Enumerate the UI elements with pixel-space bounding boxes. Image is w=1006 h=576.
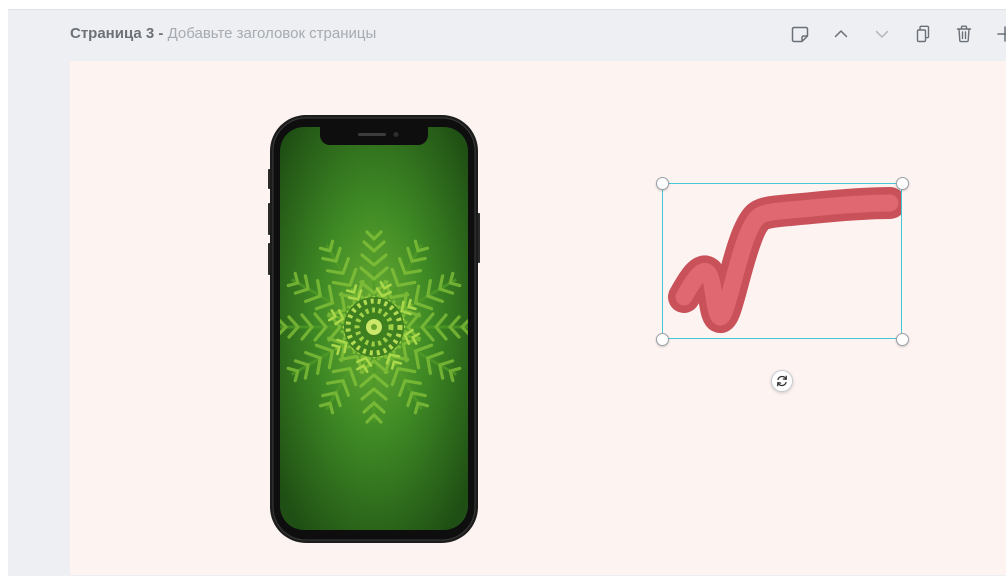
- rotate-icon: [777, 375, 787, 387]
- trash-icon: [956, 25, 972, 43]
- resize-handle-top-left[interactable]: [656, 177, 669, 190]
- rotate-handle[interactable]: [771, 370, 793, 392]
- note-icon: [791, 26, 809, 43]
- delete-page-button[interactable]: [949, 23, 979, 45]
- page-header: Страница 3 - Добавьте заголовок страницы: [70, 23, 1006, 45]
- resize-handle-bottom-right[interactable]: [896, 333, 909, 346]
- plus-icon: [997, 26, 1006, 42]
- page-number-label: Страница 3: [70, 25, 155, 42]
- duplicate-page-button[interactable]: [908, 23, 938, 45]
- selected-element[interactable]: [656, 177, 909, 346]
- page-title-placeholder[interactable]: Добавьте заголовок страницы: [168, 25, 377, 42]
- design-canvas[interactable]: [70, 61, 1006, 575]
- selection-frame: [662, 183, 902, 339]
- chevron-down-icon: [875, 30, 889, 38]
- page-toolbar: [785, 23, 1006, 45]
- page-title[interactable]: Страница 3 - Добавьте заголовок страницы: [70, 24, 376, 44]
- chevron-up-icon: [834, 30, 848, 38]
- page-title-separator: -: [154, 25, 168, 42]
- resize-handle-top-right[interactable]: [896, 177, 909, 190]
- resize-handle-bottom-left[interactable]: [656, 333, 669, 346]
- move-page-down-button[interactable]: [867, 23, 897, 45]
- notes-button[interactable]: [785, 23, 815, 45]
- phone-mockup-image[interactable]: [268, 115, 480, 548]
- add-page-button[interactable]: [990, 23, 1006, 45]
- move-page-up-button[interactable]: [826, 23, 856, 45]
- copy-icon: [916, 25, 930, 43]
- phone-mockup-icon: [268, 115, 480, 543]
